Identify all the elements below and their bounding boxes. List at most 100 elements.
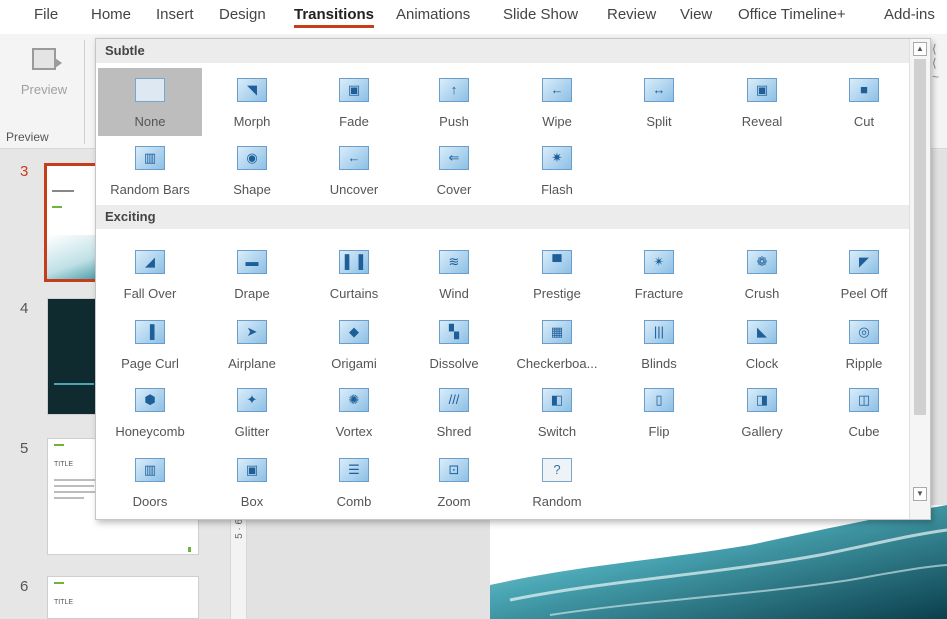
transition-dissolve[interactable]: ▚ Dissolve (402, 310, 506, 378)
transition-label: Split (646, 114, 672, 129)
transition-label: Fade (339, 114, 369, 129)
icon-glyph: /// (448, 392, 460, 407)
transition-push[interactable]: ↑ Push (402, 68, 506, 136)
transition-fracture[interactable]: ✴ Fracture (607, 240, 711, 308)
transition-airplane[interactable]: ➤ Airplane (200, 310, 304, 378)
transition-flip[interactable]: ▯ Flip (607, 378, 711, 446)
tab-add-ins[interactable]: Add-ins (884, 4, 935, 28)
transition-checkerboard[interactable]: ▦ Checkerboa... (505, 310, 609, 378)
transition-drape[interactable]: ▬ Drape (200, 240, 304, 308)
icon-glyph: ◤ (859, 254, 869, 269)
transition-label: Prestige (533, 286, 581, 301)
transition-random[interactable]: ? Random (505, 448, 609, 516)
transition-uncover[interactable]: ← Uncover (302, 136, 406, 204)
transition-split[interactable]: ↔ Split (607, 68, 711, 136)
transition-wipe[interactable]: ← Wipe (505, 68, 609, 136)
icon-glyph (136, 79, 164, 101)
wave-image (490, 505, 947, 619)
transition-label: Crush (744, 286, 780, 301)
drape-icon: ▬ (237, 250, 267, 274)
transition-box[interactable]: ▣ Box (200, 448, 304, 516)
effect-options-icon[interactable]: ⟨ ⟨ ~ (932, 42, 947, 102)
transition-zoom[interactable]: ⊡ Zoom (402, 448, 506, 516)
transition-label: Clock (745, 356, 779, 371)
transition-prestige[interactable]: ▀ Prestige (505, 240, 609, 308)
tab-insert[interactable]: Insert (156, 4, 194, 28)
peel-off-icon: ◤ (849, 250, 879, 274)
tab-review[interactable]: Review (607, 4, 656, 28)
transition-label: Cube (848, 424, 880, 439)
cube-icon: ◫ (849, 388, 879, 412)
transition-origami[interactable]: ◆ Origami (302, 310, 406, 378)
transition-honeycomb[interactable]: ⬢ Honeycomb (98, 378, 202, 446)
transition-cover[interactable]: ⇐ Cover (402, 136, 506, 204)
switch-icon: ◧ (542, 388, 572, 412)
transition-label: Peel Off (840, 286, 888, 301)
transition-morph[interactable]: ◥ Morph (200, 68, 304, 136)
transition-peel-off[interactable]: ◤ Peel Off (812, 240, 916, 308)
transition-reveal[interactable]: ▣ Reveal (710, 68, 814, 136)
scroll-down-button[interactable]: ▼ (913, 487, 927, 501)
preview-button[interactable]: Preview (6, 46, 82, 116)
transition-cut[interactable]: ■ Cut (812, 68, 916, 136)
transition-label: Ripple (845, 356, 883, 371)
gallery-scrollbar[interactable]: ▲ ▼ (909, 39, 930, 519)
transition-fade[interactable]: ▣ Fade (302, 68, 406, 136)
transition-shred[interactable]: /// Shred (402, 378, 506, 446)
transition-page-curl[interactable]: ▐ Page Curl (98, 310, 202, 378)
icon-glyph: ⇐ (448, 150, 460, 165)
tab-home[interactable]: Home (91, 4, 131, 28)
transition-random-bars[interactable]: ▥ Random Bars (98, 136, 202, 204)
transition-doors[interactable]: ▥ Doors (98, 448, 202, 516)
tab-design[interactable]: Design (219, 4, 266, 28)
transitions-gallery: Subtle Exciting None ◥ Morph ▣ Fade ↑ Push ← Wip… (95, 38, 931, 520)
transition-switch[interactable]: ◧ Switch (505, 378, 609, 446)
transition-wind[interactable]: ≋ Wind (402, 240, 506, 308)
transition-label: Page Curl (121, 356, 179, 371)
transition-glitter[interactable]: ✦ Glitter (200, 378, 304, 446)
scroll-thumb[interactable] (914, 59, 926, 415)
transition-shape[interactable]: ◉ Shape (200, 136, 304, 204)
icon-glyph: ◆ (349, 324, 359, 339)
fracture-icon: ✴ (644, 250, 674, 274)
transition-label: Blinds (641, 356, 677, 371)
tab-slide-show[interactable]: Slide Show (503, 4, 578, 28)
transition-none[interactable]: None (98, 68, 202, 136)
mini-text-line (54, 497, 84, 499)
flash-icon: ✷ (542, 146, 572, 170)
transition-vortex[interactable]: ✺ Vortex (302, 378, 406, 446)
transition-flash[interactable]: ✷ Flash (505, 136, 609, 204)
transition-ripple[interactable]: ◎ Ripple (812, 310, 916, 378)
transition-cube[interactable]: ◫ Cube (812, 378, 916, 446)
slide-thumbnail-6[interactable]: TITLE (47, 576, 199, 619)
random-icon: ? (542, 458, 572, 482)
transition-blinds[interactable]: ||| Blinds (607, 310, 711, 378)
shape-icon: ◉ (237, 146, 267, 170)
section-header-exciting: Exciting (96, 205, 909, 229)
icon-glyph: ❁ (756, 254, 768, 269)
transition-label: None (134, 114, 166, 129)
transition-crush[interactable]: ❁ Crush (710, 240, 814, 308)
icon-glyph: ◧ (550, 392, 564, 407)
transition-gallery[interactable]: ◨ Gallery (710, 378, 814, 446)
tab-animations[interactable]: Animations (396, 4, 470, 28)
icon-glyph: ↔ (652, 82, 666, 97)
transition-label: Glitter (234, 424, 270, 439)
transition-clock[interactable]: ◣ Clock (710, 310, 814, 378)
slide-canvas[interactable] (490, 505, 947, 619)
preview-group-label: Preview (6, 130, 49, 144)
origami-icon: ◆ (339, 320, 369, 344)
transition-label: Shape (233, 182, 271, 197)
tab-office-timeline[interactable]: Office Timeline+ (738, 4, 846, 28)
icon-glyph: ◢ (145, 254, 155, 269)
transition-label: Curtains (329, 286, 379, 301)
transition-fall-over[interactable]: ◢ Fall Over (98, 240, 202, 308)
scroll-up-button[interactable]: ▲ (913, 42, 927, 56)
tab-file[interactable]: File (34, 4, 58, 28)
transition-curtains[interactable]: ▌▐ Curtains (302, 240, 406, 308)
icon-glyph: ||| (653, 324, 665, 339)
tab-transitions[interactable]: Transitions (294, 4, 375, 28)
gallery-icon: ◨ (747, 388, 777, 412)
transition-comb[interactable]: ☰ Comb (302, 448, 406, 516)
tab-view[interactable]: View (680, 4, 712, 28)
